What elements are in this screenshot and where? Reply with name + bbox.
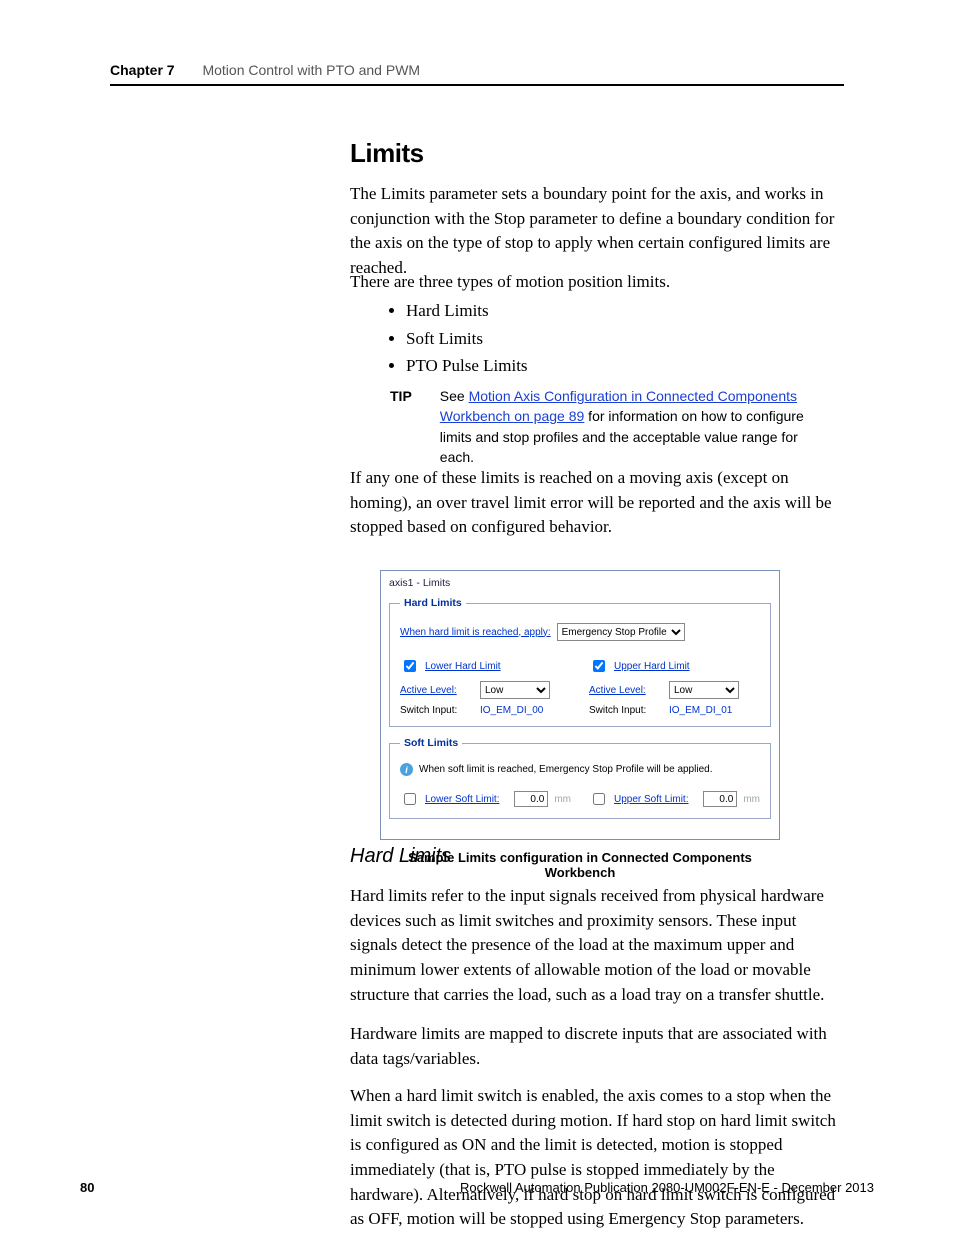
tip-body: See Motion Axis Configuration in Connect…: [440, 386, 834, 467]
list-item: Hard Limits: [406, 299, 844, 324]
page-number: 80: [80, 1180, 94, 1195]
para-3: If any one of these limits is reached on…: [350, 466, 844, 540]
soft-info-text: When soft limit is reached, Emergency St…: [419, 764, 712, 775]
para-4: Hard limits refer to the input signals r…: [350, 884, 844, 1007]
list-item: Soft Limits: [406, 327, 844, 352]
info-icon: i: [400, 763, 413, 776]
lower-soft-value[interactable]: [514, 791, 548, 807]
limits-list: Hard Limits Soft Limits PTO Pulse Limits: [350, 296, 844, 382]
window-title: axis1 - Limits: [389, 577, 771, 593]
heading-hard-limits: Hard Limits: [350, 845, 844, 868]
publication-id: Rockwell Automation Publication 2080-UM0…: [460, 1180, 874, 1195]
upper-active-k: Active Level:: [589, 685, 661, 696]
lower-hard-label[interactable]: Lower Hard Limit: [425, 661, 501, 672]
lower-hard-chk[interactable]: [404, 660, 416, 672]
when-row: When hard limit is reached, apply: Emerg…: [400, 623, 760, 641]
heading-limits: Limits: [350, 138, 844, 169]
tip-label: TIP: [390, 386, 412, 467]
upper-hard-col: Upper Hard Limit Active Level: Low Switc…: [589, 651, 760, 716]
tip-pre: See: [440, 388, 469, 404]
tip-box: TIP See Motion Axis Configuration in Con…: [390, 386, 834, 467]
upper-active-select[interactable]: Low: [669, 681, 739, 699]
page-header: Chapter 7 Motion Control with PTO and PW…: [110, 62, 844, 78]
para-6: When a hard limit switch is enabled, the…: [350, 1084, 844, 1232]
upper-soft-value[interactable]: [703, 791, 737, 807]
lower-switch-k: Switch Input:: [400, 705, 472, 716]
soft-limits-group: Soft Limits i When soft limit is reached…: [389, 737, 771, 819]
lower-soft-label[interactable]: Lower Soft Limit:: [425, 794, 508, 805]
page-footer: 80 Rockwell Automation Publication 2080-…: [80, 1180, 874, 1195]
when-select[interactable]: Emergency Stop Profile: [557, 623, 685, 641]
screenshot-panel: axis1 - Limits Hard Limits When hard lim…: [380, 570, 780, 880]
upper-soft-chk[interactable]: [593, 793, 605, 805]
hard-limits-group: Hard Limits When hard limit is reached, …: [389, 597, 771, 727]
when-label: When hard limit is reached, apply:: [400, 627, 551, 638]
lower-hard-col: Lower Hard Limit Active Level: Low Switc…: [400, 651, 571, 716]
upper-soft-label[interactable]: Upper Soft Limit:: [614, 794, 697, 805]
para-5: Hardware limits are mapped to discrete i…: [350, 1022, 844, 1071]
limits-config-window: axis1 - Limits Hard Limits When hard lim…: [380, 570, 780, 840]
header-rule: [110, 84, 844, 86]
list-item: PTO Pulse Limits: [406, 354, 844, 379]
lower-soft-unit: mm: [554, 794, 571, 805]
upper-soft-unit: mm: [743, 794, 760, 805]
upper-hard-label[interactable]: Upper Hard Limit: [614, 661, 690, 672]
upper-hard-chk[interactable]: [593, 660, 605, 672]
soft-limits-legend: Soft Limits: [400, 737, 462, 749]
lower-soft-chk[interactable]: [404, 793, 416, 805]
lower-active-select[interactable]: Low: [480, 681, 550, 699]
chapter-title: Motion Control with PTO and PWM: [202, 62, 420, 78]
lower-switch-v: IO_EM_DI_00: [480, 705, 543, 716]
para-1: The Limits parameter sets a boundary poi…: [350, 182, 844, 281]
para-2: There are three types of motion position…: [350, 270, 844, 295]
upper-switch-k: Switch Input:: [589, 705, 661, 716]
chapter-label: Chapter 7: [110, 62, 175, 78]
hard-limits-legend: Hard Limits: [400, 597, 466, 609]
upper-switch-v: IO_EM_DI_01: [669, 705, 732, 716]
lower-active-k: Active Level:: [400, 685, 472, 696]
